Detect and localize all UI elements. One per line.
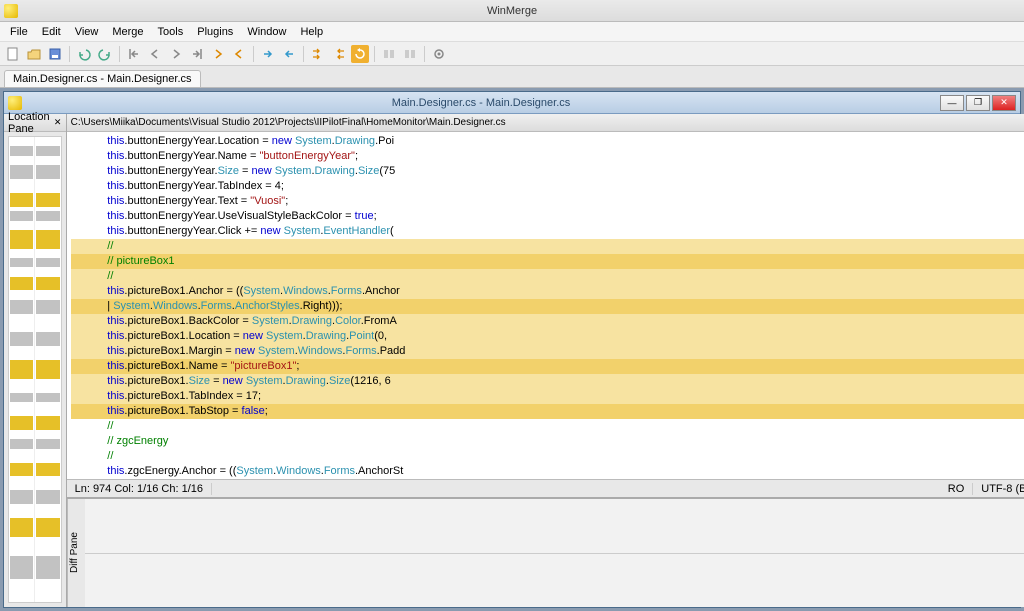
toolbar-separator (374, 46, 375, 62)
diff-pane-top[interactable] (85, 499, 1024, 554)
window-controls: — ❐ ✕ (940, 95, 1016, 111)
location-pane-header: Location Pane ✕ (4, 114, 66, 132)
location-pane-close-icon[interactable]: ✕ (54, 117, 62, 129)
new-icon[interactable] (4, 45, 22, 63)
options-icon[interactable] (430, 45, 448, 63)
menu-view[interactable]: View (69, 24, 105, 40)
close-button[interactable]: ✕ (992, 95, 1016, 111)
diff-last-icon[interactable] (188, 45, 206, 63)
location-pane-label: Location Pane (8, 111, 54, 135)
tab-label: Main.Designer.cs - Main.Designer.cs (13, 73, 192, 85)
left-status-position: Ln: 974 Col: 1/16 Ch: 1/16 (67, 483, 212, 495)
workspace: Main.Designer.cs - Main.Designer.cs — ❐ … (0, 88, 1024, 611)
all-right-icon[interactable] (380, 45, 398, 63)
app-titlebar: WinMerge (0, 0, 1024, 22)
document-body: Location Pane ✕ C:\Users\Miika\Documents… (4, 114, 1020, 607)
menubar: File Edit View Merge Tools Plugins Windo… (0, 22, 1024, 42)
toolbar-separator (253, 46, 254, 62)
left-status-bar: Ln: 974 Col: 1/16 Ch: 1/16 RO UTF-8 (B) … (67, 479, 1024, 497)
left-status-readonly: RO (940, 483, 974, 495)
menu-help[interactable]: Help (294, 24, 329, 40)
diff-pane-row: Diff Pane (67, 497, 1024, 607)
location-pane: Location Pane ✕ (4, 114, 67, 607)
copy-right-icon[interactable] (259, 45, 277, 63)
menu-tools[interactable]: Tools (152, 24, 190, 40)
document-title: Main.Designer.cs - Main.Designer.cs (22, 97, 940, 109)
location-map-left[interactable] (9, 137, 35, 602)
code-panes-row: C:\Users\Miika\Documents\Visual Studio 2… (67, 114, 1024, 497)
location-map[interactable] (8, 136, 62, 603)
document-tab[interactable]: Main.Designer.cs - Main.Designer.cs (4, 70, 201, 87)
toolbar-separator (303, 46, 304, 62)
left-file-path[interactable]: C:\Users\Miika\Documents\Visual Studio 2… (67, 114, 1024, 132)
refresh-icon[interactable] (351, 45, 369, 63)
redo-icon[interactable] (96, 45, 114, 63)
left-code-editor[interactable]: this.buttonEnergyYear.Location = new Sys… (67, 132, 1024, 479)
location-map-right[interactable] (35, 137, 60, 602)
diff-pane-bottom[interactable] (85, 554, 1024, 608)
menu-file[interactable]: File (4, 24, 34, 40)
maximize-button[interactable]: ❐ (966, 95, 990, 111)
menu-edit[interactable]: Edit (36, 24, 67, 40)
diff-next-icon[interactable] (167, 45, 185, 63)
menu-merge[interactable]: Merge (106, 24, 149, 40)
app-title: WinMerge (487, 5, 537, 17)
diff-pane-label: Diff Pane (67, 499, 85, 607)
document-window: Main.Designer.cs - Main.Designer.cs — ❐ … (3, 91, 1021, 608)
app-icon (4, 4, 18, 18)
copy-all-left-icon[interactable] (330, 45, 348, 63)
left-status-encoding: UTF-8 (B) (973, 483, 1024, 495)
diff-first-icon[interactable] (125, 45, 143, 63)
copy-left-icon[interactable] (280, 45, 298, 63)
diff-prev-icon[interactable] (146, 45, 164, 63)
menu-window[interactable]: Window (241, 24, 292, 40)
undo-icon[interactable] (75, 45, 93, 63)
toolbar-separator (119, 46, 120, 62)
open-icon[interactable] (25, 45, 43, 63)
toolbar-separator (424, 46, 425, 62)
diff-prev-conflict-icon[interactable] (230, 45, 248, 63)
copy-all-right-icon[interactable] (309, 45, 327, 63)
toolbar (0, 42, 1024, 66)
all-left-icon[interactable] (401, 45, 419, 63)
menu-plugins[interactable]: Plugins (191, 24, 239, 40)
document-icon (8, 96, 22, 110)
save-icon[interactable] (46, 45, 64, 63)
diff-panes (85, 499, 1024, 607)
diff-next-conflict-icon[interactable] (209, 45, 227, 63)
left-code-pane: C:\Users\Miika\Documents\Visual Studio 2… (67, 114, 1024, 497)
toolbar-separator (69, 46, 70, 62)
document-titlebar[interactable]: Main.Designer.cs - Main.Designer.cs — ❐ … (4, 92, 1020, 114)
panes-container: C:\Users\Miika\Documents\Visual Studio 2… (67, 114, 1024, 607)
minimize-button[interactable]: — (940, 95, 964, 111)
tab-strip: Main.Designer.cs - Main.Designer.cs (0, 66, 1024, 88)
